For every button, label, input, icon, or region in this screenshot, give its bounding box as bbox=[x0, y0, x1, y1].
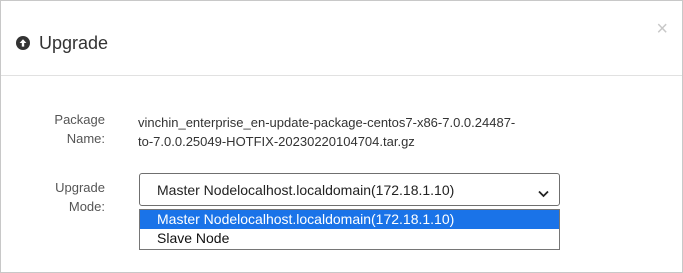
upgrade-dialog: Upgrade × Package Name: vinchin_enterpri… bbox=[0, 0, 683, 273]
dialog-header: Upgrade × bbox=[1, 1, 682, 76]
package-name-label-line1: Package bbox=[54, 112, 105, 127]
upgrade-mode-label-line1: Upgrade bbox=[55, 180, 105, 195]
chevron-down-icon bbox=[538, 185, 549, 203]
close-button[interactable]: × bbox=[656, 19, 668, 39]
upgrade-mode-label-line2: Mode: bbox=[68, 199, 105, 214]
upgrade-mode-selected-value: Master Nodelocalhost.localdomain(172.18.… bbox=[157, 182, 455, 198]
package-name-label-line2: Name: bbox=[66, 131, 105, 146]
option-slave-node[interactable]: Slave Node bbox=[140, 229, 559, 248]
upgrade-mode-select[interactable]: Master Nodelocalhost.localdomain(172.18.… bbox=[139, 173, 560, 206]
option-master-node[interactable]: Master Nodelocalhost.localdomain(172.18.… bbox=[140, 210, 559, 229]
package-name-value-line1: vinchin_enterprise_en-update-package-cen… bbox=[138, 115, 516, 130]
circle-up-arrow-icon bbox=[16, 36, 30, 50]
upgrade-mode-dropdown: Master Nodelocalhost.localdomain(172.18.… bbox=[139, 209, 560, 250]
package-name-value-line2: to-7.0.0.25049-HOTFIX-20230220104704.tar… bbox=[138, 134, 415, 149]
dialog-title: Upgrade bbox=[39, 33, 109, 53]
